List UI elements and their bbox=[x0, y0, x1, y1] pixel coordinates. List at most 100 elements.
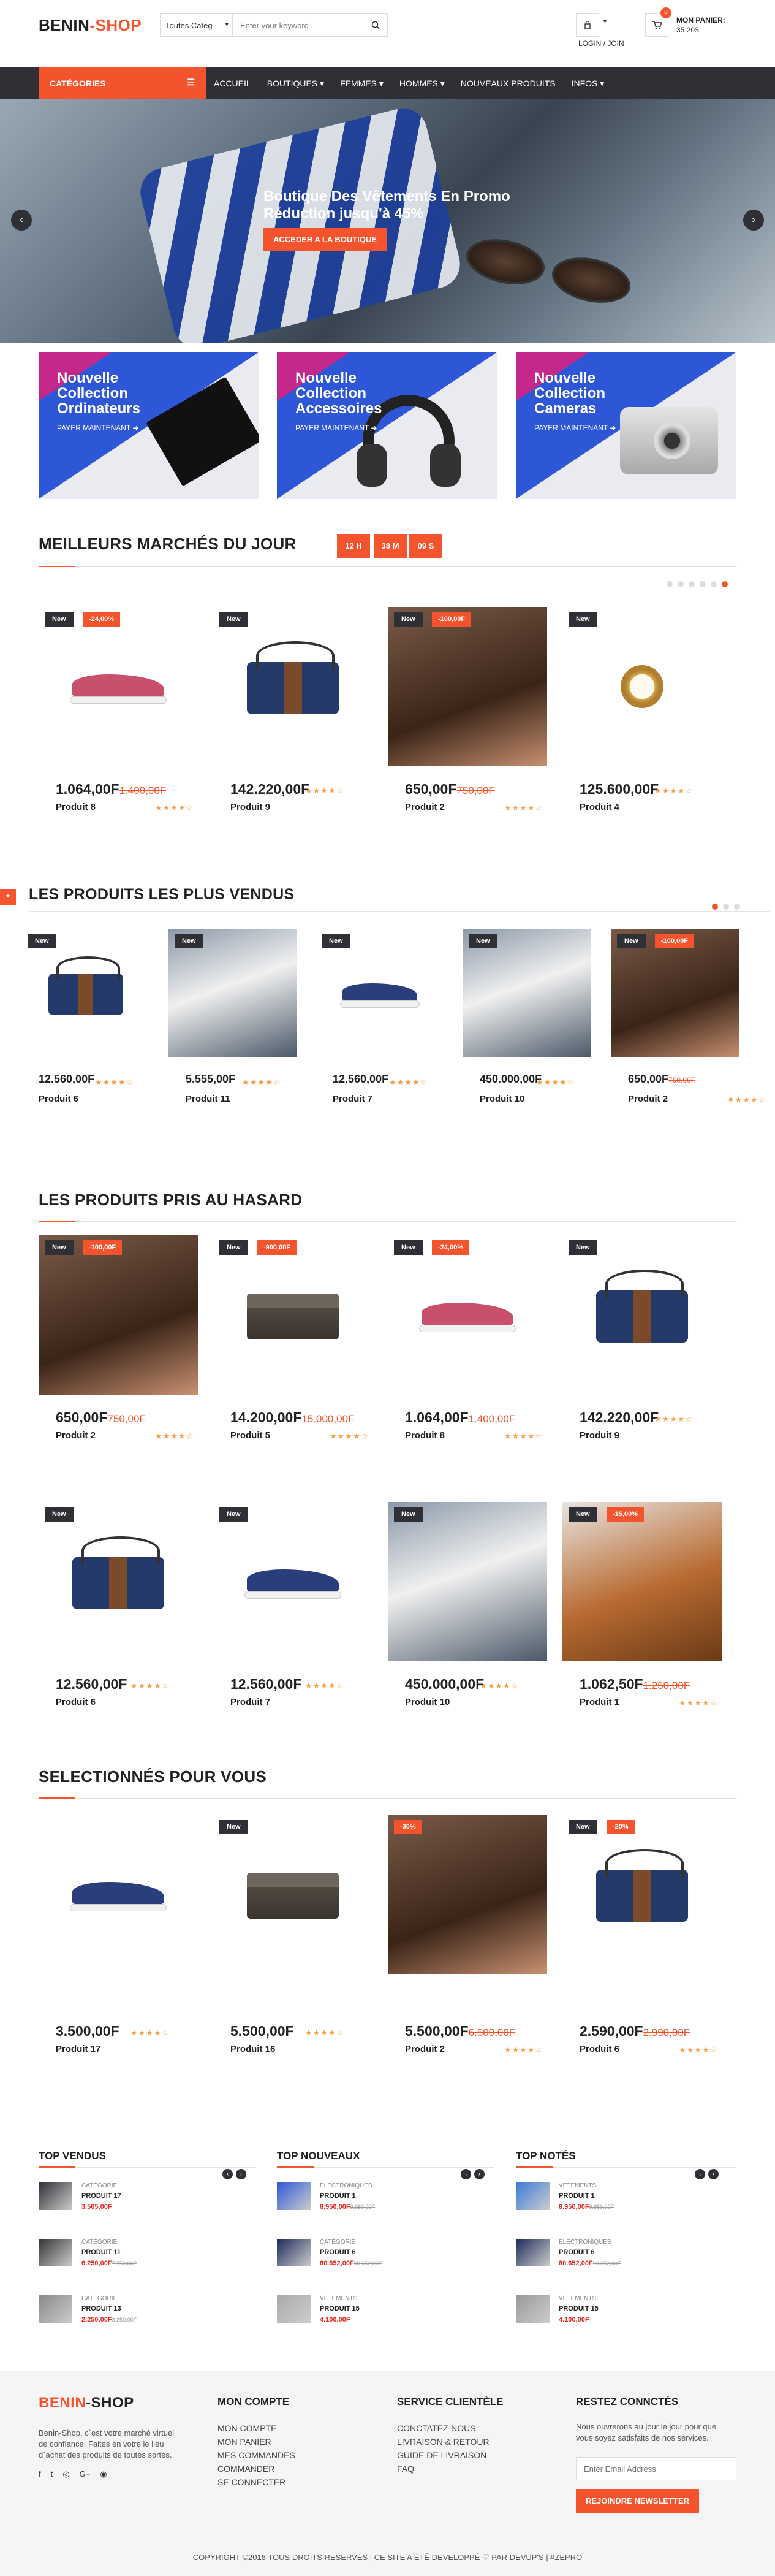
instagram-icon[interactable]: ◎ bbox=[62, 2469, 69, 2479]
product-image[interactable] bbox=[213, 607, 372, 766]
next-arrow-icon[interactable]: › bbox=[474, 2169, 485, 2179]
product-name[interactable]: Produit 2 bbox=[405, 2044, 445, 2054]
product-name[interactable]: Produit 11 bbox=[186, 1094, 230, 1104]
footer-link[interactable]: SE CONNECTER bbox=[217, 2475, 295, 2489]
list-item-name[interactable]: PRODUIT 13 bbox=[81, 2305, 121, 2312]
product-image[interactable] bbox=[213, 1815, 372, 1974]
list-item-name[interactable]: PRODUIT 1 bbox=[320, 2192, 356, 2200]
facebook-icon[interactable]: f bbox=[39, 2469, 41, 2479]
product-image[interactable] bbox=[388, 1502, 547, 1661]
product-name[interactable]: Produit 2 bbox=[628, 1094, 668, 1104]
list-item-name[interactable]: PRODUIT 15 bbox=[320, 2305, 360, 2312]
product-image[interactable] bbox=[39, 1815, 198, 1974]
product-image[interactable] bbox=[213, 1235, 372, 1395]
list-item-price: 80.652,00F90.652,00F bbox=[559, 2260, 621, 2267]
banner-cameras[interactable]: Nouvelle Collection Cameras PAYER MAINTE… bbox=[516, 352, 736, 499]
prev-arrow-icon[interactable]: ‹ bbox=[461, 2169, 471, 2179]
title-underline bbox=[277, 2166, 314, 2168]
hero-shop-button[interactable]: ACCEDER A LA BOUTIQUE bbox=[263, 228, 387, 251]
hero-next-arrow-icon[interactable]: › bbox=[743, 210, 764, 231]
banner-accessories[interactable]: Nouvelle Collection Accessoires PAYER MA… bbox=[277, 352, 497, 499]
product-name[interactable]: Produit 4 bbox=[580, 802, 619, 812]
nav-item-accueil[interactable]: ACCUEIL bbox=[206, 67, 259, 99]
product-name[interactable]: Produit 6 bbox=[39, 1094, 78, 1104]
deals-pager[interactable] bbox=[667, 581, 728, 587]
product-image[interactable] bbox=[213, 1502, 372, 1661]
pinterest-icon[interactable]: ◉ bbox=[100, 2469, 107, 2479]
footer-link[interactable]: MES COMMANDES bbox=[217, 2448, 295, 2462]
banner-cta[interactable]: PAYER MAINTENANT ➜ bbox=[57, 424, 138, 432]
list-item-name[interactable]: PRODUIT 15 bbox=[559, 2305, 599, 2312]
product-image[interactable] bbox=[388, 607, 547, 766]
banner-cta[interactable]: PAYER MAINTENANT ➜ bbox=[534, 424, 616, 432]
product-name[interactable]: Produit 8 bbox=[56, 802, 96, 812]
product-name[interactable]: Produit 17 bbox=[56, 2044, 100, 2054]
product-name[interactable]: Produit 9 bbox=[580, 1430, 619, 1441]
product-name[interactable]: Produit 5 bbox=[230, 1430, 270, 1441]
bag-image bbox=[596, 1270, 688, 1343]
list-item-name[interactable]: PRODUIT 17 bbox=[81, 2192, 121, 2200]
footer-link[interactable]: FAQ bbox=[397, 2462, 490, 2475]
product-name[interactable]: Produit 7 bbox=[230, 1697, 270, 1707]
footer-logo[interactable]: BENIN-SHOP bbox=[39, 2395, 134, 2412]
product-name[interactable]: Produit 10 bbox=[405, 1697, 450, 1707]
search-input[interactable] bbox=[233, 14, 364, 36]
product-name[interactable]: Produit 6 bbox=[56, 1697, 96, 1707]
login-link[interactable]: LOGIN / JOIN bbox=[578, 39, 624, 48]
nav-item-infos[interactable]: INFOS ▾ bbox=[564, 67, 613, 99]
list-item-name[interactable]: PRODUIT 6 bbox=[320, 2249, 356, 2256]
newsletter-join-button[interactable]: REJOINDRE NEWSLETTER bbox=[576, 2489, 700, 2513]
list-item-name[interactable]: PRODUIT 1 bbox=[559, 2192, 595, 2200]
bestsellers-pager[interactable] bbox=[712, 904, 740, 910]
product-image[interactable] bbox=[562, 1815, 722, 1974]
footer-link[interactable]: MON PANIER bbox=[217, 2435, 295, 2448]
nav-item-hommes[interactable]: HOMMES ▾ bbox=[391, 67, 453, 99]
product-image[interactable] bbox=[388, 1815, 547, 1974]
product-name[interactable]: Produit 7 bbox=[333, 1094, 372, 1104]
google-plus-icon[interactable]: G+ bbox=[80, 2469, 91, 2479]
product-name[interactable]: Produit 9 bbox=[230, 802, 270, 812]
product-name[interactable]: Produit 2 bbox=[56, 1430, 96, 1441]
list-item-name[interactable]: PRODUIT 6 bbox=[559, 2249, 595, 2256]
nav-item-boutiques[interactable]: BOUTIQUES ▾ bbox=[259, 67, 332, 99]
product-name[interactable]: Produit 6 bbox=[580, 2044, 619, 2054]
twitter-icon[interactable]: t bbox=[51, 2469, 53, 2479]
banner-computers[interactable]: Nouvelle Collection Ordinateurs PAYER MA… bbox=[39, 352, 259, 499]
product-image[interactable] bbox=[39, 607, 198, 766]
product-name[interactable]: Produit 10 bbox=[480, 1094, 524, 1104]
product-name[interactable]: Produit 8 bbox=[405, 1430, 445, 1441]
site-logo[interactable]: BENIN-SHOP bbox=[39, 16, 142, 35]
product-image[interactable] bbox=[562, 1502, 722, 1661]
product-name[interactable]: Produit 16 bbox=[230, 2044, 275, 2054]
newsletter-email-input[interactable] bbox=[576, 2457, 736, 2480]
footer-link[interactable]: COMMANDER bbox=[217, 2462, 295, 2475]
next-arrow-icon[interactable]: › bbox=[708, 2169, 719, 2179]
product-image[interactable] bbox=[562, 1235, 722, 1395]
search-button[interactable] bbox=[364, 14, 387, 36]
product-image[interactable] bbox=[388, 1235, 547, 1395]
next-arrow-icon[interactable]: › bbox=[236, 2169, 246, 2179]
product-image[interactable] bbox=[39, 1235, 198, 1395]
product-image[interactable] bbox=[39, 1502, 198, 1661]
list-item-name[interactable]: PRODUIT 11 bbox=[81, 2249, 121, 2256]
product-name[interactable]: Produit 2 bbox=[405, 802, 445, 812]
user-dropdown-icon[interactable]: ▾ bbox=[603, 18, 607, 25]
prev-arrow-icon[interactable]: ‹ bbox=[222, 2169, 233, 2179]
sale-badge: -24,00% bbox=[83, 612, 120, 627]
rating-stars: ★★★★☆ bbox=[679, 2045, 718, 2054]
product-name[interactable]: Produit 1 bbox=[580, 1697, 619, 1707]
product-image[interactable] bbox=[562, 607, 722, 766]
nav-item-nouveaux-produits[interactable]: NOUVEAUX PRODUITS bbox=[453, 67, 564, 99]
categories-button[interactable]: CATÉGORIES ☰ bbox=[39, 67, 206, 99]
footer-link[interactable]: CONCTATEZ-NOUS bbox=[397, 2422, 490, 2435]
footer-link[interactable]: GUIDE DE LIVRAISON bbox=[397, 2448, 490, 2462]
nav-item-femmes[interactable]: FEMMES ▾ bbox=[332, 67, 391, 99]
banner-cta[interactable]: PAYER MAINTENANT ➜ bbox=[295, 424, 377, 432]
footer-link[interactable]: LIVRAISON & RETOUR bbox=[397, 2435, 490, 2448]
footer-link[interactable]: MON COMPTE bbox=[217, 2422, 295, 2435]
user-button[interactable] bbox=[576, 13, 599, 37]
category-select[interactable]: Toutes Categ bbox=[161, 14, 233, 36]
deals-title: MEILLEURS MARCHÉS DU JOUR bbox=[39, 535, 297, 553]
prev-arrow-icon[interactable]: ‹ bbox=[695, 2169, 705, 2179]
hero-prev-arrow-icon[interactable]: ‹ bbox=[11, 210, 32, 231]
